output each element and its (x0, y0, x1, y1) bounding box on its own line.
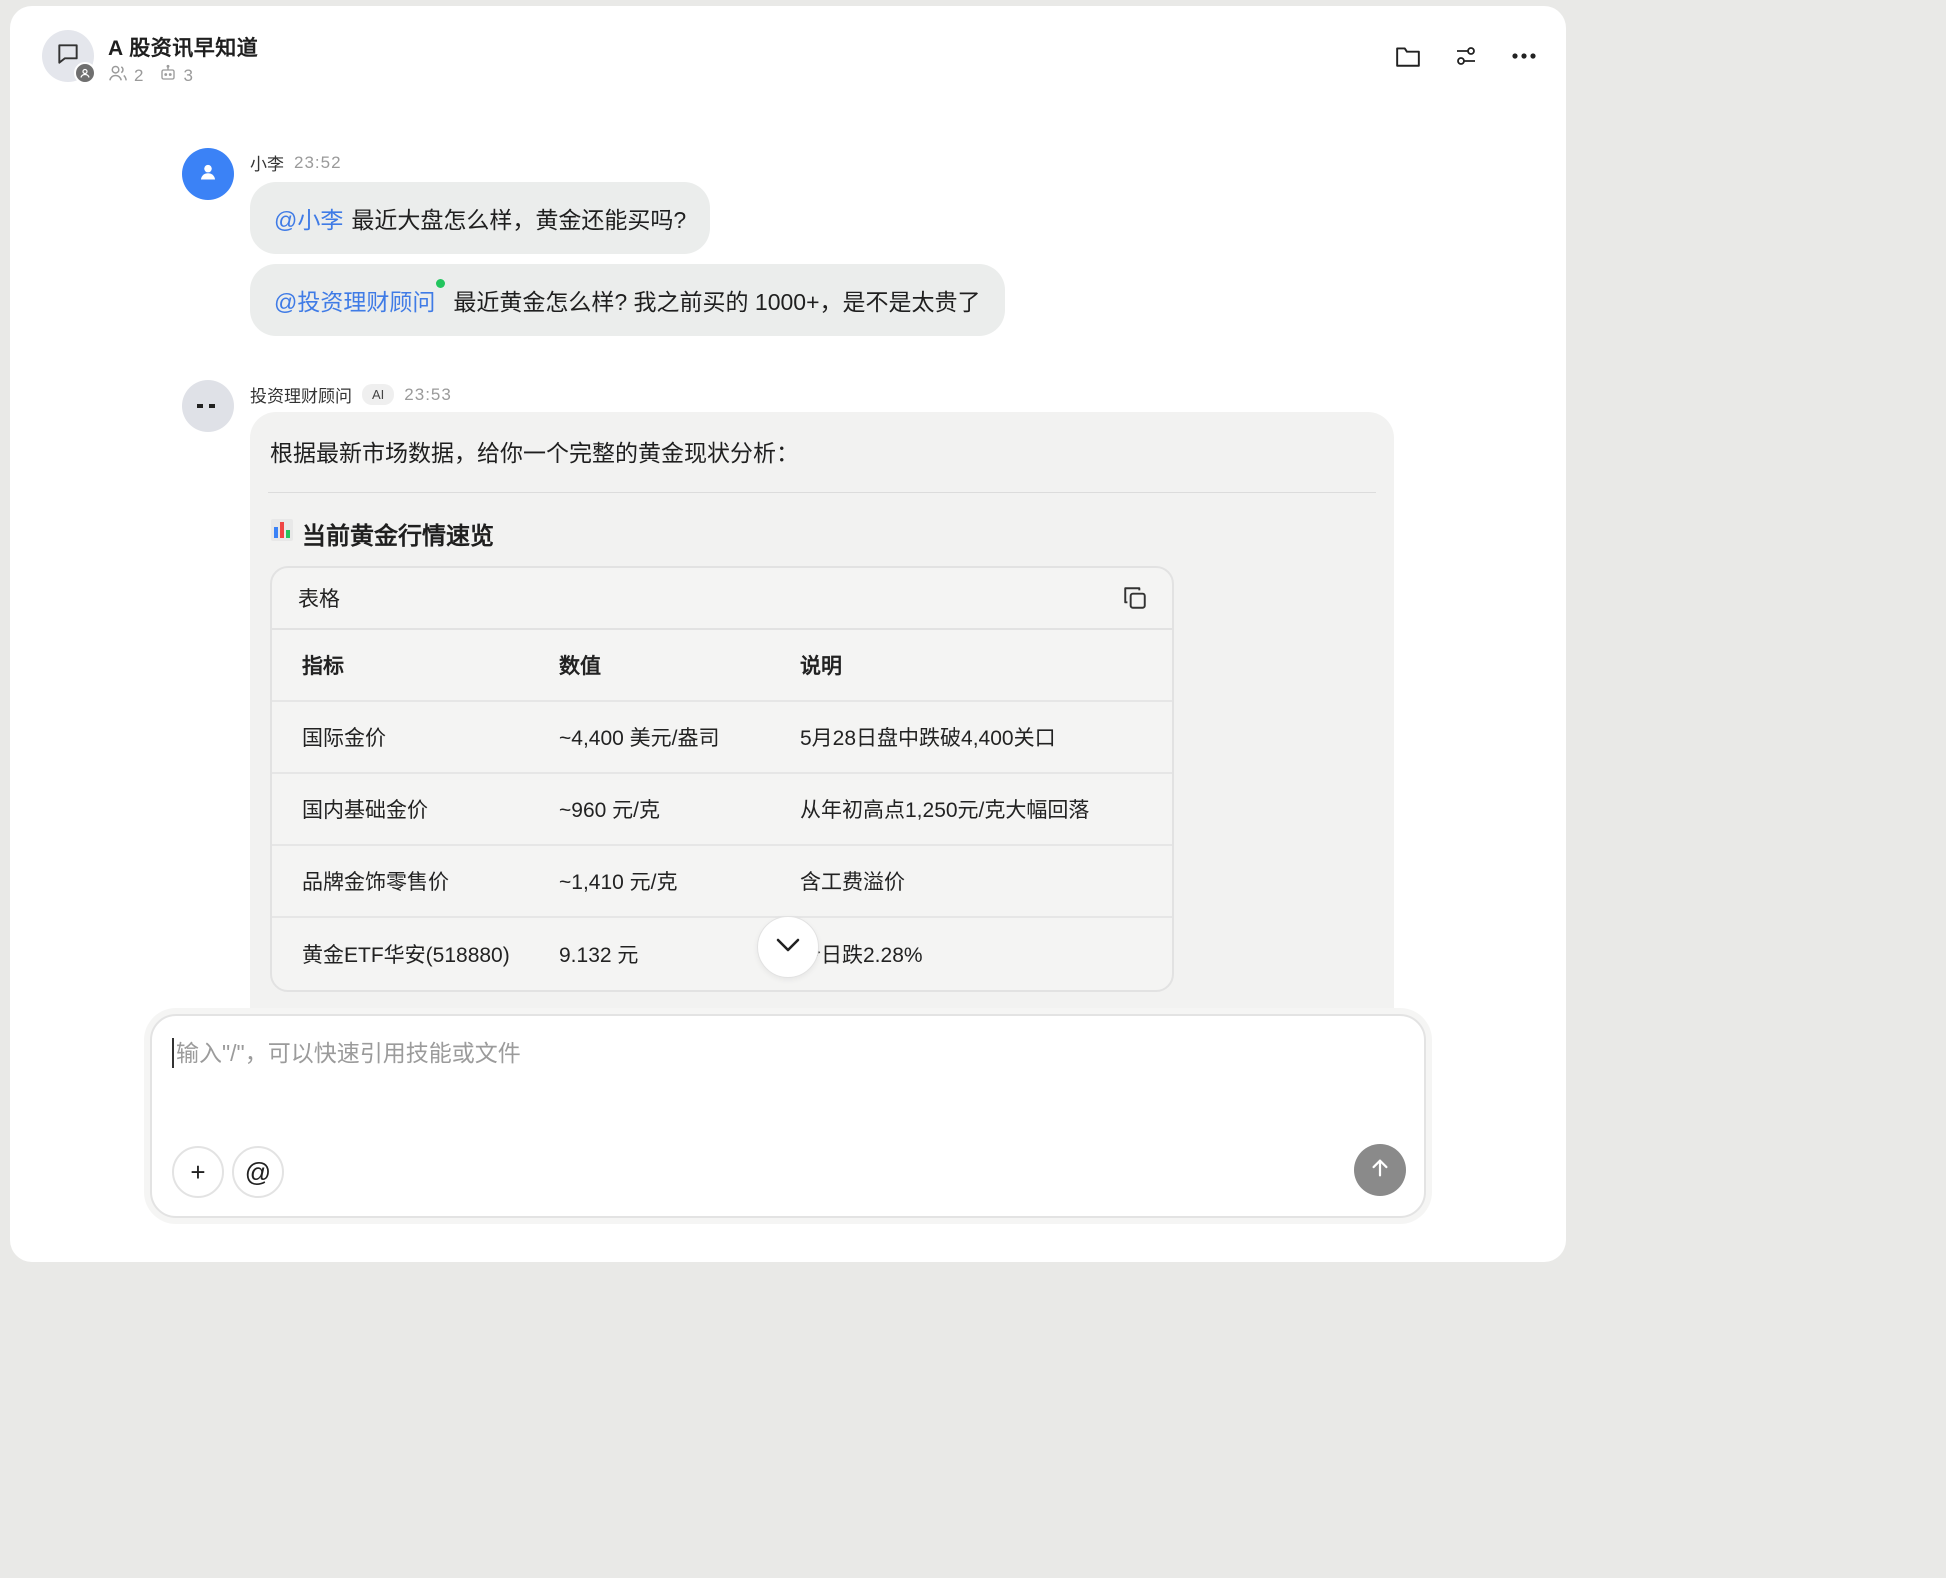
online-indicator (436, 279, 446, 288)
table-cell: ~4,400 美元/盎司 (559, 727, 720, 750)
column-header: 指标 (302, 655, 344, 678)
mention-link[interactable]: @投资理财顾问 (274, 279, 446, 317)
group-meta: 2 3 (108, 64, 203, 87)
ai-sender-line: 投资理财顾问 AI 23:53 (250, 382, 452, 407)
table-header-row: 指标 数值 说明 (272, 630, 1172, 702)
table-cell: 今日跌2.28% (800, 944, 923, 967)
add-button[interactable]: + (172, 1146, 224, 1198)
table-header: 表格 (272, 568, 1172, 630)
ai-intro-text: 根据最新市场数据，给你一个完整的黄金现状分析： (270, 440, 799, 466)
message-bubble: @投资理财顾问 最近黄金怎么样? 我之前买的 1000+，是不是太贵了 (250, 264, 1005, 336)
person-icon (198, 162, 218, 187)
message-bubble: @小李 最近大盘怎么样，黄金还能买吗? (250, 182, 711, 254)
column-header: 数值 (559, 655, 601, 678)
divider (268, 492, 1376, 493)
table-cell: 国内基础金价 (302, 799, 428, 822)
table-row: 品牌金饰零售价 ~1,410 元/克 含工费溢价 (272, 846, 1172, 918)
table-row: 黄金ETF华安(518880) 9.132 元 今日跌2.28% (272, 918, 1172, 990)
table-cell: 从年初高点1,250元/克大幅回落 (800, 799, 1090, 822)
more-icon[interactable] (1510, 42, 1538, 70)
arrow-up-icon (1369, 1157, 1391, 1184)
user-sender-line: 小李 23:52 (250, 150, 342, 175)
table-cell: ~960 元/克 (559, 799, 660, 822)
ai-message-card: 根据最新市场数据，给你一个完整的黄金现状分析： 当前黄金行情速览 表格 指标 数… (250, 412, 1394, 1012)
message-time: 23:53 (404, 384, 452, 404)
send-button[interactable] (1354, 1144, 1406, 1196)
bot-count: 3 (183, 65, 193, 85)
mention-link[interactable]: @小李 (274, 201, 343, 235)
ai-badge: AI (362, 384, 395, 405)
data-table: 表格 指标 数值 说明 国际金价 ~4,400 美元/盎司 5月28日盘中跌破4… (270, 566, 1174, 992)
table-cell: 黄金ETF华安(518880) (302, 944, 510, 967)
message-text: 最近黄金怎么样? 我之前买的 1000+，是不是太贵了 (453, 289, 981, 315)
table-cell: 国际金价 (302, 727, 386, 750)
bar-chart-icon (270, 518, 294, 549)
group-title: A 股资讯早知道 (108, 37, 259, 60)
message-time: 23:52 (294, 152, 342, 172)
section-title: 当前黄金行情速览 (302, 523, 494, 550)
mention-text: @投资理财顾问 (274, 289, 436, 315)
member-count: 2 (134, 65, 144, 85)
scroll-to-bottom-button[interactable] (757, 916, 819, 978)
group-badge-icon (74, 62, 96, 84)
members-icon (108, 64, 128, 87)
chevron-down-icon (775, 937, 801, 958)
ai-avatar[interactable] (182, 380, 234, 432)
message-composer: 输入"/"，可以快速引用技能或文件 + @ (150, 1014, 1426, 1218)
message-text: 最近大盘怎么样，黄金还能买吗? (351, 207, 687, 233)
user-avatar[interactable] (182, 148, 234, 200)
group-avatar[interactable] (42, 30, 96, 84)
table-row: 国内基础金价 ~960 元/克 从年初高点1,250元/克大幅回落 (272, 774, 1172, 846)
at-icon: @ (244, 1156, 272, 1187)
copy-icon[interactable] (1120, 583, 1150, 613)
column-header: 说明 (800, 655, 842, 678)
table-row: 国际金价 ~4,400 美元/盎司 5月28日盘中跌破4,400关口 (272, 702, 1172, 774)
header-actions (1394, 42, 1538, 70)
plus-icon: + (190, 1156, 206, 1187)
bot-face-icon (195, 397, 221, 415)
table-cell: 5月28日盘中跌破4,400关口 (800, 727, 1056, 750)
mention-button[interactable]: @ (232, 1146, 284, 1198)
folder-icon[interactable] (1394, 42, 1422, 70)
table-label: 表格 (298, 588, 340, 611)
chat-header: A 股资讯早知道 2 3 (10, 6, 1566, 106)
table-cell: 品牌金饰零售价 (302, 871, 449, 894)
chat-window: A 股资讯早知道 2 3 小李 23:52 @小李 最近大盘怎么样，黄金还能买吗… (10, 6, 1566, 1262)
message-input[interactable]: 输入"/"，可以快速引用技能或文件 (172, 1038, 1372, 1068)
bot-icon (159, 64, 177, 87)
settings-sliders-icon[interactable] (1452, 42, 1480, 70)
table-cell: 含工费溢价 (800, 871, 905, 894)
sender-name: 小李 (250, 155, 284, 174)
table-cell: ~1,410 元/克 (559, 871, 678, 894)
sender-name: 投资理财顾问 (250, 387, 352, 406)
section-heading: 当前黄金行情速览 (270, 516, 494, 551)
